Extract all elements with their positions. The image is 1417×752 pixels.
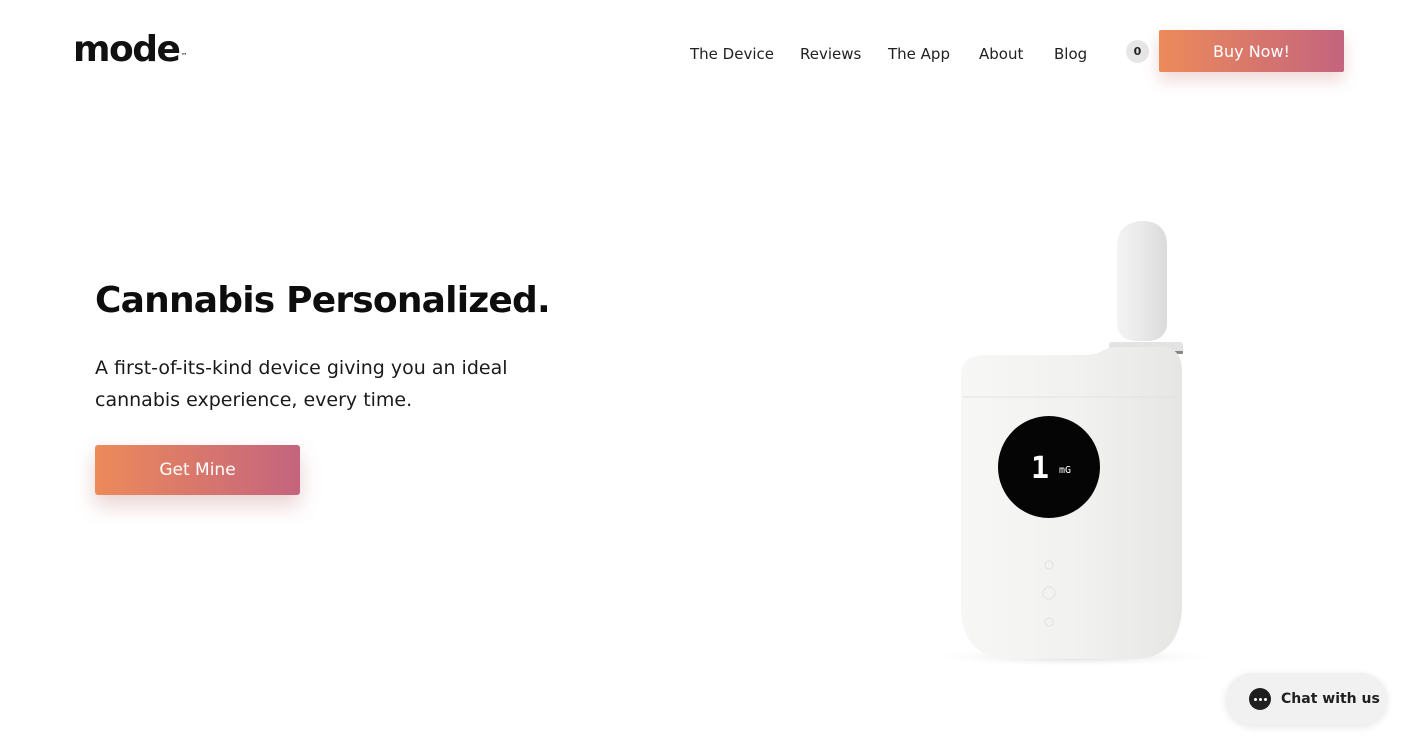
trademark-mark: ™ — [180, 52, 188, 60]
hero-subtitle: A first-of-its-kind device giving you an… — [95, 357, 508, 411]
cart-count-badge[interactable]: 0 — [1126, 40, 1149, 63]
hero-title: Cannabis Personalized. — [95, 280, 551, 321]
logo[interactable]: mode™ — [73, 28, 187, 72]
chat-bubble-icon — [1249, 688, 1271, 710]
nav-link-reviews[interactable]: Reviews — [800, 42, 861, 66]
device-display-unit: mG — [1059, 465, 1071, 476]
chat-widget[interactable]: Chat with us — [1226, 673, 1387, 725]
get-mine-button[interactable]: Get Mine — [95, 445, 300, 495]
logo-text: mode — [73, 29, 181, 70]
nav-link-about[interactable]: About — [979, 42, 1023, 66]
nav-link-the-device[interactable]: The Device — [690, 42, 774, 66]
device-image: 1 mG — [925, 215, 1255, 675]
page: mode™ The Device Reviews The App About B… — [0, 0, 1417, 752]
nav-link-the-app[interactable]: The App — [888, 42, 950, 66]
device-display-value: 1 — [1031, 451, 1049, 486]
chat-label: Chat with us — [1281, 691, 1380, 707]
nav-link-blog[interactable]: Blog — [1054, 42, 1087, 66]
device-illustration: 1 mG — [925, 221, 1225, 667]
buy-now-button[interactable]: Buy Now! — [1159, 30, 1344, 72]
device-mouthpiece — [1117, 221, 1167, 341]
